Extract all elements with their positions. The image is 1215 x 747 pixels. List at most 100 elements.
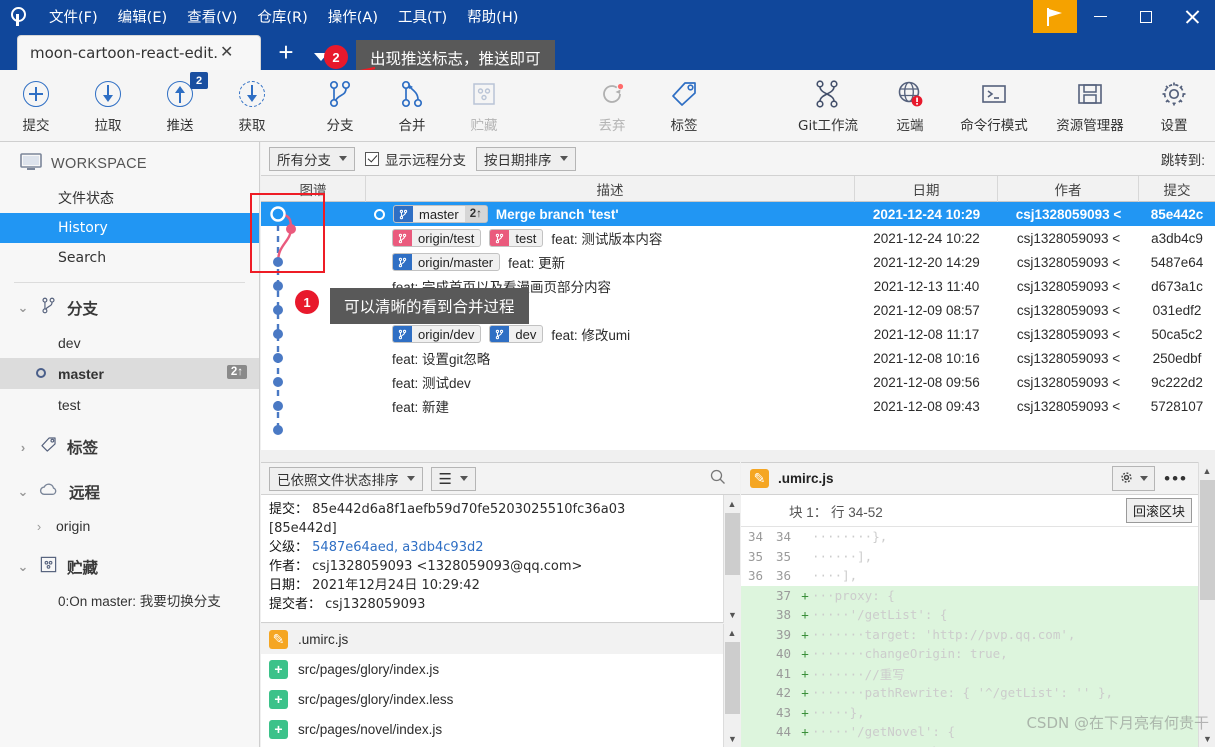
table-row[interactable]: origin/dev dev feat: 修改umi 2021-12-08 11… (261, 322, 1215, 346)
sidebar-group-tags[interactable]: › 标签 (0, 428, 259, 466)
maximize-button[interactable] (1123, 0, 1169, 33)
goto-label[interactable]: 跳转到: (1161, 149, 1205, 169)
scrollbar-thumb[interactable] (725, 642, 740, 714)
sidebar-item-file-status[interactable]: 文件状态 (0, 183, 259, 213)
chevron-down-icon[interactable]: ⌄ (16, 484, 30, 500)
table-row[interactable]: feat: 设置git忽略 2021-12-08 10:16 csj132805… (261, 346, 1215, 370)
scroll-down-icon[interactable]: ▼ (1199, 730, 1215, 747)
file-list-scrollbar[interactable]: ▲ ▼ (723, 624, 740, 747)
scroll-up-icon[interactable]: ▲ (1199, 462, 1215, 479)
diff-code: ·······//重写 (812, 666, 905, 682)
branch-filter-dropdown[interactable]: 所有分支 (269, 146, 355, 171)
detail-label-author: 作者： (269, 559, 309, 574)
sidebar-item-search[interactable]: Search (0, 243, 259, 273)
diff-settings-dropdown[interactable] (1112, 466, 1156, 491)
sidebar-branch-master[interactable]: master 2↑ (0, 358, 259, 389)
list-item[interactable]: + src/pages/glory/index.less (261, 684, 740, 714)
chevron-right-icon[interactable]: › (32, 519, 46, 534)
ref-chip-origin-test[interactable]: origin/test (392, 229, 482, 247)
menu-tools[interactable]: 工具(T) (389, 2, 456, 31)
column-header-author[interactable]: 作者 (998, 176, 1139, 202)
toolbar-fetch-button[interactable]: 获取 (216, 70, 288, 142)
close-button[interactable] (1169, 0, 1215, 33)
rollback-hunk-button[interactable]: 回滚区块 (1125, 498, 1192, 523)
scrollbar-thumb[interactable] (1200, 480, 1215, 600)
commit-list[interactable]: master 2↑ Merge branch 'test' 2021-12-24… (261, 202, 1215, 450)
menu-view[interactable]: 查看(V) (178, 2, 246, 31)
sort-dropdown[interactable]: 按日期排序 (476, 146, 576, 171)
table-row[interactable]: origin/master feat: 更新 2021-12-20 14:29 … (261, 250, 1215, 274)
close-icon[interactable]: ✕ (220, 45, 233, 61)
toolbar-terminal-button[interactable]: 命令行模式 (946, 70, 1042, 142)
ref-chip-master[interactable]: master 2↑ (393, 205, 488, 223)
scroll-up-icon[interactable]: ▲ (724, 495, 740, 512)
sidebar-group-remotes[interactable]: ⌄ 远程 (0, 473, 259, 511)
ref-chip-origin-master[interactable]: origin/master (392, 253, 501, 271)
column-header-commit[interactable]: 提交 (1139, 176, 1215, 202)
chevron-right-icon[interactable]: › (16, 440, 30, 455)
minimize-button[interactable] (1077, 0, 1123, 33)
toolbar-discard-button[interactable]: 丢弃 (576, 70, 648, 142)
commit-detail-text[interactable]: 提交： 85e442d6a8f1aefb59d70fe5203025510fc3… (261, 495, 740, 623)
toolbar-settings-button[interactable]: 设置 (1138, 70, 1210, 142)
column-header-graph[interactable]: 图谱 (261, 176, 366, 202)
sidebar-branch-test[interactable]: test (0, 389, 259, 420)
toolbar-merge-button[interactable]: 合并 (376, 70, 448, 142)
menu-edit[interactable]: 编辑(E) (109, 2, 176, 31)
ref-chip-test[interactable]: test (489, 229, 544, 247)
menu-help[interactable]: 帮助(H) (458, 2, 527, 31)
ref-ahead-count: 2↑ (464, 206, 487, 222)
toolbar-discard-label: 丢弃 (598, 118, 626, 134)
table-row[interactable]: master 2↑ Merge branch 'test' 2021-12-24… (261, 202, 1215, 226)
ref-chip-dev[interactable]: dev (489, 325, 544, 343)
list-item[interactable]: + src/pages/glory/index.js (261, 654, 740, 684)
detail-value-parents[interactable]: 5487e64aed, a3db4c93d2 (312, 540, 483, 555)
scrollbar-thumb[interactable] (725, 513, 740, 575)
list-item[interactable]: ✎ .umirc.js (261, 624, 740, 654)
sidebar-remote-origin[interactable]: › origin (0, 511, 259, 541)
scroll-up-icon[interactable]: ▲ (724, 624, 740, 641)
detail-scrollbar[interactable]: ▲ ▼ (723, 495, 740, 623)
view-mode-dropdown[interactable]: ☰ (430, 466, 476, 491)
search-icon[interactable] (710, 469, 726, 488)
toolbar-gitflow-button[interactable]: Git工作流 (782, 70, 874, 142)
menu-actions[interactable]: 操作(A) (319, 2, 387, 31)
toolbar-branch-button[interactable]: 分支 (304, 70, 376, 142)
table-row[interactable]: feat: 新建 2021-12-08 09:43 csj1328059093 … (261, 394, 1215, 418)
show-remote-branches-checkbox[interactable]: 显示远程分支 (365, 149, 466, 169)
menu-repository[interactable]: 仓库(R) (248, 2, 316, 31)
toolbar-stash-button[interactable]: 贮藏 (448, 70, 520, 142)
column-header-description[interactable]: 描述 (366, 176, 855, 202)
scroll-down-icon[interactable]: ▼ (724, 606, 741, 623)
sidebar-stash-item[interactable]: 0:On master: 我要切换分支 (0, 586, 259, 614)
chevron-down-icon[interactable]: ⌄ (16, 559, 30, 575)
flag-button[interactable] (1033, 0, 1077, 33)
menu-file[interactable]: 文件(F) (40, 2, 107, 31)
toolbar-tag-button[interactable]: 标签 (648, 70, 720, 142)
scroll-down-icon[interactable]: ▼ (724, 730, 741, 747)
table-row[interactable]: origin/test test feat: 测试版本内容 2021-12-24… (261, 226, 1215, 250)
branch-icon (490, 326, 510, 342)
toolbar-remote-button[interactable]: 远端 (874, 70, 946, 142)
checkbox-icon[interactable] (365, 151, 379, 166)
toolbar-commit-button[interactable]: 提交 (0, 70, 72, 142)
table-row[interactable]: feat: 测试dev 2021-12-08 09:56 csj13280590… (261, 370, 1215, 394)
sidebar-group-branches[interactable]: ⌄ 分支 (0, 289, 259, 327)
toolbar-explorer-button[interactable]: 资源管理器 (1042, 70, 1138, 142)
file-sort-dropdown[interactable]: 已依照文件状态排序 (269, 466, 423, 491)
diff-scrollbar[interactable]: ▲ ▼ (1198, 462, 1215, 747)
new-tab-button[interactable]: + (272, 39, 300, 67)
more-dots-icon[interactable]: ••• (1164, 470, 1188, 487)
column-header-date[interactable]: 日期 (855, 176, 998, 202)
sidebar-item-history[interactable]: History (0, 213, 259, 243)
ref-chip-origin-dev[interactable]: origin/dev (392, 325, 482, 343)
tab-repository[interactable]: moon-cartoon-react-edit. ✕ (18, 36, 260, 70)
toolbar-pull-button[interactable]: 拉取 (72, 70, 144, 142)
chevron-down-icon[interactable]: ⌄ (16, 300, 30, 316)
toolbar-push-button[interactable]: 2 推送 (144, 70, 216, 142)
diff-content[interactable]: 34 34 ········}, 35 35 ······], 36 36 ··… (741, 527, 1198, 747)
sidebar-group-stash[interactable]: ⌄ 贮藏 (0, 548, 259, 586)
list-item[interactable]: + src/pages/novel/index.js (261, 714, 740, 744)
sidebar-branch-dev[interactable]: dev (0, 327, 259, 358)
changed-files-list[interactable]: ✎ .umirc.js + src/pages/glory/index.js +… (261, 624, 740, 747)
